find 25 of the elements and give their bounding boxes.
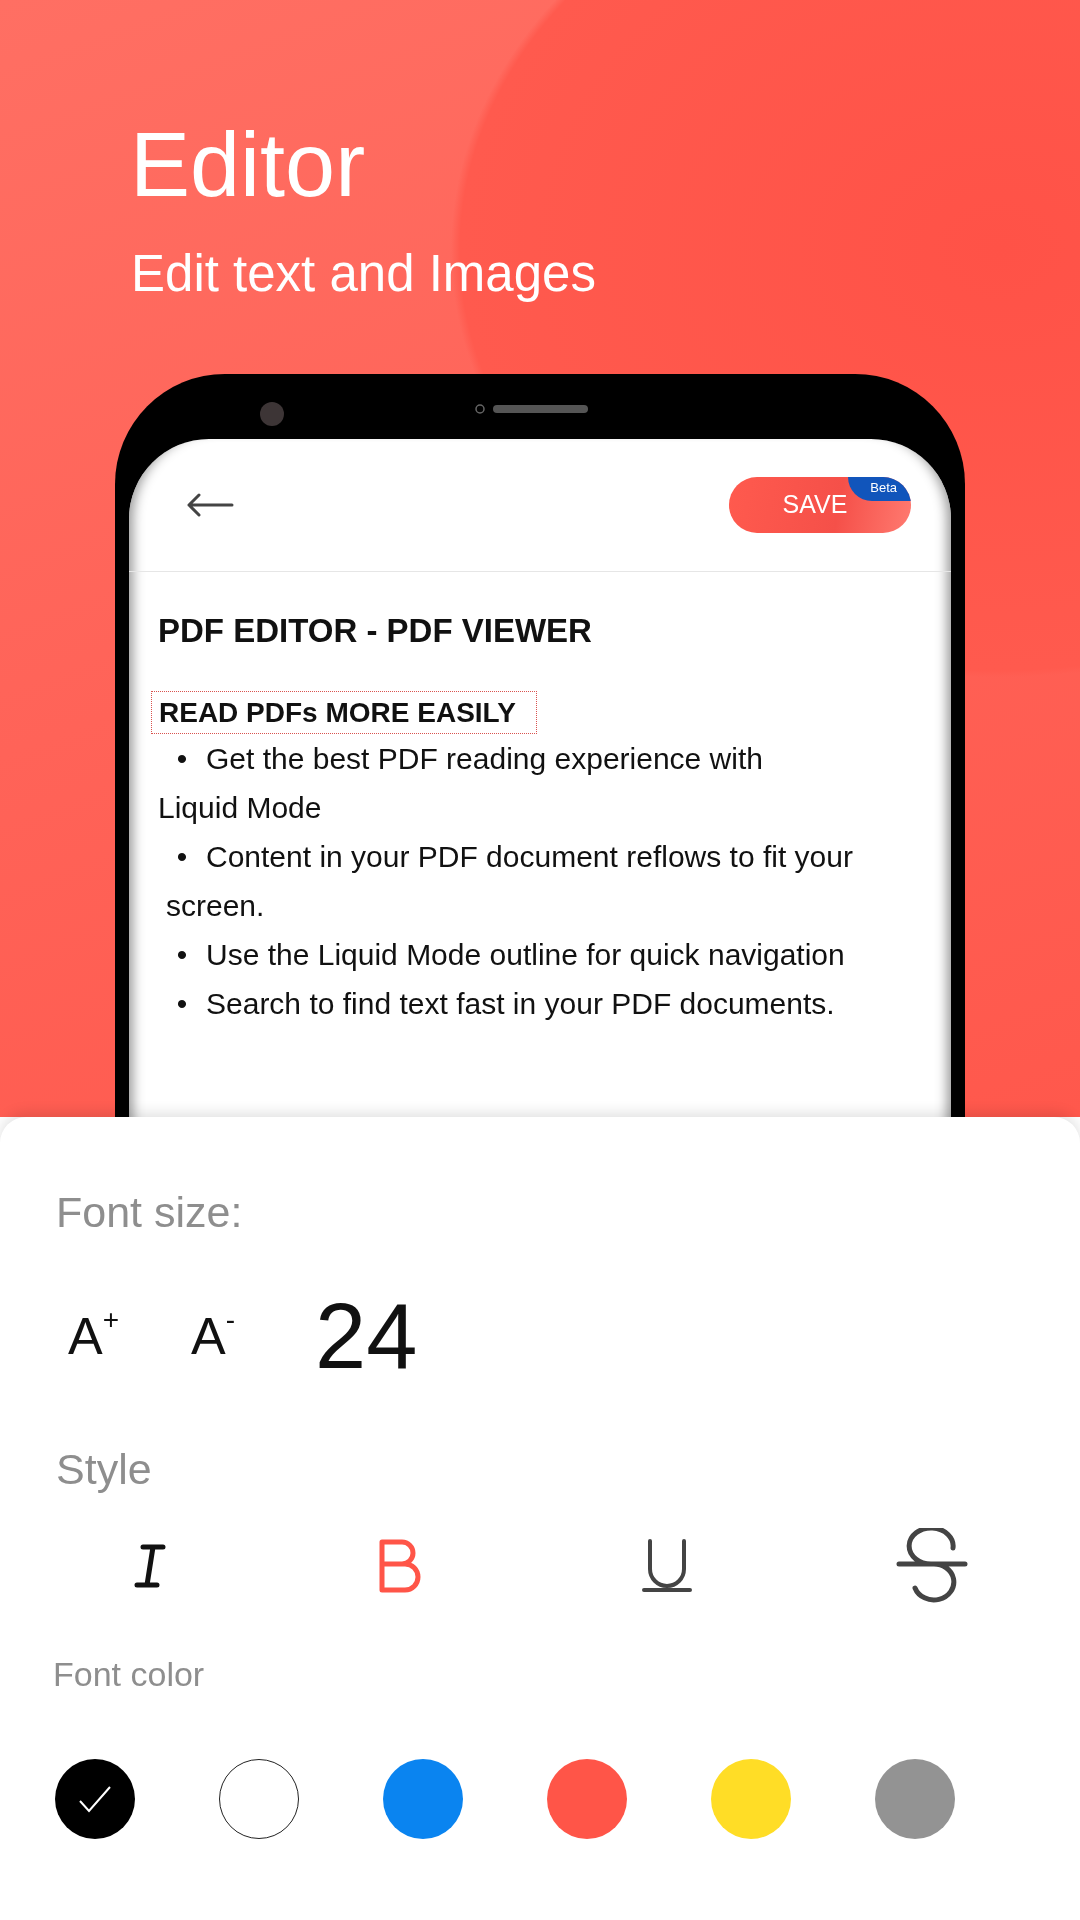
document-text: Search to find text fast in your PDF documents.: [206, 986, 835, 1020]
back-button[interactable]: [186, 492, 234, 518]
document-text: Use the Liquid Mode outline for quick navigation: [206, 937, 845, 971]
document-text: screen.: [166, 888, 265, 922]
font-size-label: Font size:: [56, 1191, 244, 1234]
selected-heading: READ PDFs MORE EASILY: [151, 691, 537, 734]
font-size-value: 24: [315, 1290, 418, 1382]
bullet-mark: •: [175, 838, 189, 875]
beta-badge: Beta: [848, 477, 911, 502]
bullet-mark: •: [175, 936, 189, 973]
font-size-button[interactable]: A$^{-}$: [191, 1310, 236, 1362]
bullet-mark: •: [175, 740, 189, 777]
document-title: PDF EDITOR - PDF VIEWER: [158, 614, 593, 647]
hero-title: Editor: [129, 114, 367, 210]
style-label: Style: [56, 1448, 153, 1491]
document-text: Get the best PDF reading experience with: [206, 741, 763, 775]
camera-icon: [260, 402, 284, 426]
checkmark-icon: [78, 1785, 112, 1813]
document-text: Content in your PDF document reflows to fit your: [206, 839, 853, 873]
save-button[interactable]: SAVE Beta: [729, 477, 911, 533]
speaker-icon: [475, 404, 590, 414]
bullet-mark: •: [175, 985, 189, 1022]
font-size-button[interactable]: A$^{+}$: [68, 1310, 120, 1362]
document-text: Liquid Mode: [158, 790, 322, 824]
font-color-label: Font color: [53, 1657, 206, 1691]
